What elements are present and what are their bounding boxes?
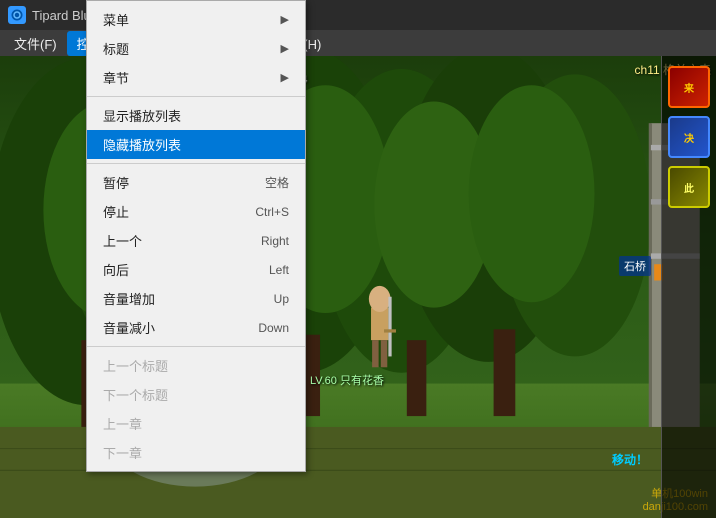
menu-item-hide-playlist-label: 隐藏播放列表 [103, 135, 181, 154]
menu-file[interactable]: 文件(F) [4, 31, 67, 56]
hud-btn-0[interactable]: 来 [668, 66, 710, 108]
menu-item-stop[interactable]: 停止 Ctrl+S [87, 197, 305, 226]
menu-item-next-chapter[interactable]: 下一章 [87, 438, 305, 467]
menu-item-prev-label: 上一个 [103, 231, 142, 250]
divider-1 [87, 96, 305, 97]
menu-item-title-label: 标题 [103, 39, 129, 58]
menu-item-vol-up-label: 音量增加 [103, 289, 155, 308]
mobile-button[interactable]: 移动！ [612, 451, 648, 468]
menu-item-vol-down-label: 音量减小 [103, 318, 155, 337]
menu-item-vol-up[interactable]: 音量增加 Up [87, 284, 305, 313]
shortcut-vol-down: Down [258, 321, 289, 335]
menu-item-vol-down[interactable]: 音量减小 Down [87, 313, 305, 342]
menu-item-back-label: 向后 [103, 260, 129, 279]
menu-item-pause[interactable]: 暂停 空格 [87, 168, 305, 197]
menu-item-next-title-label: 下一个标题 [103, 385, 168, 404]
app-icon [8, 6, 26, 24]
hud-btn-1[interactable]: 决 [668, 116, 710, 158]
location-text: 石桥 [624, 261, 646, 273]
menu-item-next-chapter-label: 下一章 [103, 443, 142, 462]
divider-2 [87, 163, 305, 164]
divider-3 [87, 346, 305, 347]
menu-item-hide-playlist[interactable]: 隐藏播放列表 [87, 130, 305, 159]
arrow-icon: ▶ [281, 42, 289, 55]
level-display: LV.60 只有花香 [310, 372, 384, 388]
menu-item-menu[interactable]: 菜单 ▶ [87, 5, 305, 34]
shortcut-stop: Ctrl+S [255, 205, 289, 219]
menu-item-show-playlist[interactable]: 显示播放列表 [87, 101, 305, 130]
shortcut-pause: 空格 [265, 174, 289, 191]
menu-item-prev[interactable]: 上一个 Right [87, 226, 305, 255]
menu-item-show-playlist-label: 显示播放列表 [103, 106, 181, 125]
menu-item-prev-chapter[interactable]: 上一章 [87, 409, 305, 438]
menu-item-chapter-label: 章节 [103, 68, 129, 87]
arrow-icon: ▶ [281, 71, 289, 84]
menu-item-chapter[interactable]: 章节 ▶ [87, 63, 305, 92]
menu-item-stop-label: 停止 [103, 202, 129, 221]
menu-item-menu-label: 菜单 [103, 10, 129, 29]
menu-item-prev-title[interactable]: 上一个标题 [87, 351, 305, 380]
hud-btn-2[interactable]: 此 [668, 166, 710, 208]
menu-item-title[interactable]: 标题 ▶ [87, 34, 305, 63]
shortcut-prev: Right [261, 234, 289, 248]
level-text: LV.60 只有花香 [310, 375, 384, 387]
menu-item-back[interactable]: 向后 Left [87, 255, 305, 284]
menu-item-next-title[interactable]: 下一个标题 [87, 380, 305, 409]
shortcut-vol-up: Up [274, 292, 289, 306]
control-dropdown: 菜单 ▶ 标题 ▶ 章节 ▶ 显示播放列表 隐藏播放列表 暂停 空格 停止 Ct… [86, 0, 306, 472]
mobile-label: 移动！ [612, 453, 648, 467]
menu-item-pause-label: 暂停 [103, 173, 129, 192]
shortcut-back: Left [269, 263, 289, 277]
menu-item-prev-chapter-label: 上一章 [103, 414, 142, 433]
location-display: 石桥 [619, 256, 651, 276]
hud-panel: 来 决 此 [661, 56, 716, 518]
menu-item-prev-title-label: 上一个标题 [103, 356, 168, 375]
arrow-icon: ▶ [281, 13, 289, 26]
